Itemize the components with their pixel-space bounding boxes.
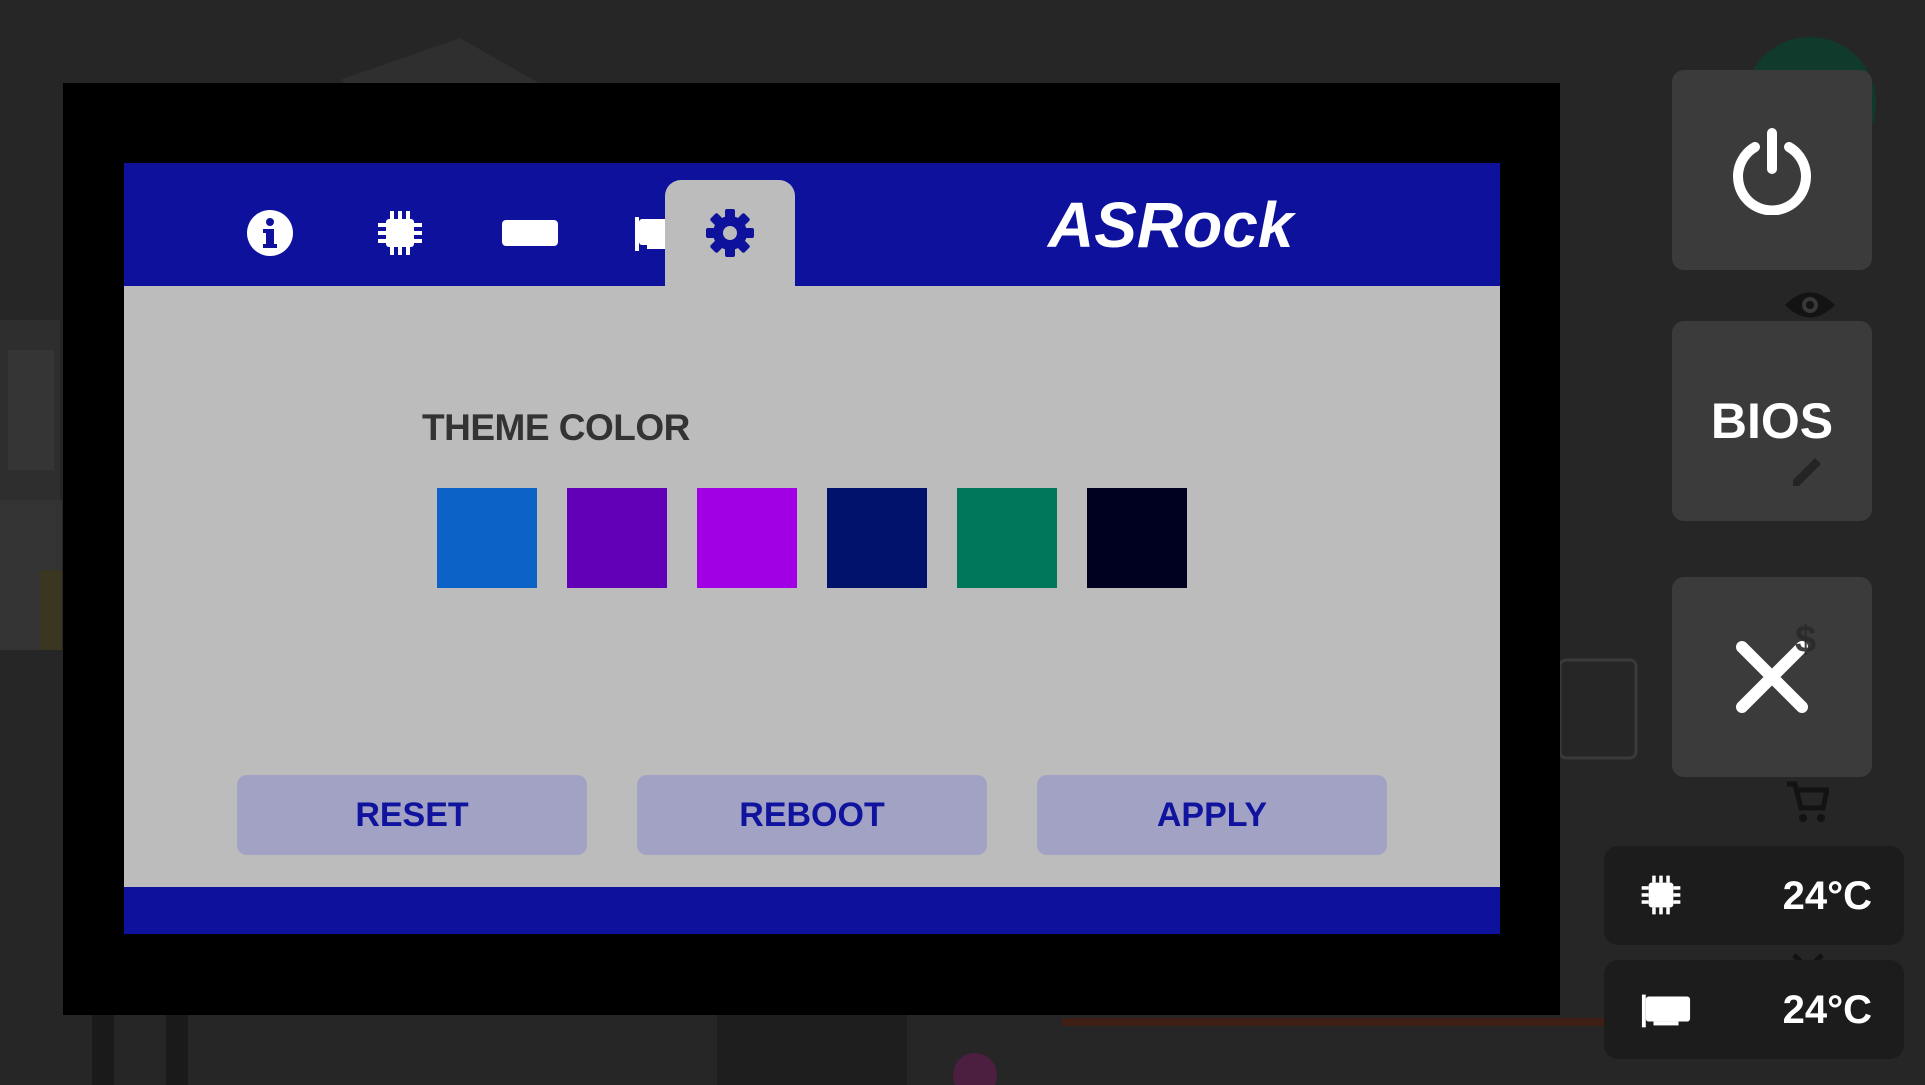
svg-text:$: $	[1795, 619, 1816, 660]
theme-swatch-purple[interactable]	[697, 488, 797, 588]
gear-icon	[706, 209, 754, 257]
theme-swatch-violet[interactable]	[567, 488, 667, 588]
cpu-chip-icon	[378, 211, 422, 255]
ram-stick-icon	[502, 220, 558, 246]
bios-button[interactable]: BIOS	[1672, 321, 1872, 521]
close-button[interactable]	[1672, 577, 1872, 777]
eye-icon	[1785, 292, 1835, 318]
cpu-temp-panel: 24°C	[1604, 846, 1904, 945]
theme-swatch-black[interactable]	[1087, 488, 1187, 588]
tab-cpu[interactable]	[335, 180, 465, 286]
theme-swatch-navy[interactable]	[827, 488, 927, 588]
asrock-logo: ASRock	[1046, 189, 1297, 261]
monitor-frame: ASRock THEME COLOR RESET REBOOT APPLY	[63, 83, 1560, 1015]
gpu-card-icon	[1641, 994, 1691, 1028]
svg-text:ASRock: ASRock	[1046, 189, 1297, 261]
bottom-bar	[124, 887, 1500, 934]
power-button[interactable]	[1672, 70, 1872, 270]
coin-icon: $	[1795, 619, 1816, 660]
theme-swatch-blue[interactable]	[437, 488, 537, 588]
apply-button[interactable]: APPLY	[1037, 775, 1387, 855]
gpu-temp-panel: 24°C	[1604, 960, 1904, 1059]
cpu-temp-value: 24°C	[1782, 874, 1872, 918]
theme-color-title: THEME COLOR	[422, 407, 690, 448]
top-bar: ASRock	[124, 163, 1500, 286]
theme-swatch-green[interactable]	[957, 488, 1057, 588]
cart-icon	[1787, 781, 1829, 822]
reset-button[interactable]: RESET	[237, 775, 587, 855]
info-icon	[247, 210, 293, 256]
cpu-chip-icon	[1641, 875, 1681, 915]
bios-label: BIOS	[1710, 393, 1834, 449]
bios-screen: ASRock THEME COLOR RESET REBOOT APPLY	[124, 163, 1500, 934]
reboot-button[interactable]: REBOOT	[637, 775, 987, 855]
gpu-temp-value: 24°C	[1782, 988, 1872, 1032]
tab-memory[interactable]	[465, 180, 595, 286]
tab-settings[interactable]	[665, 180, 795, 286]
power-icon	[1733, 128, 1811, 215]
tab-info[interactable]	[205, 180, 335, 286]
pencil-icon	[1793, 458, 1821, 486]
